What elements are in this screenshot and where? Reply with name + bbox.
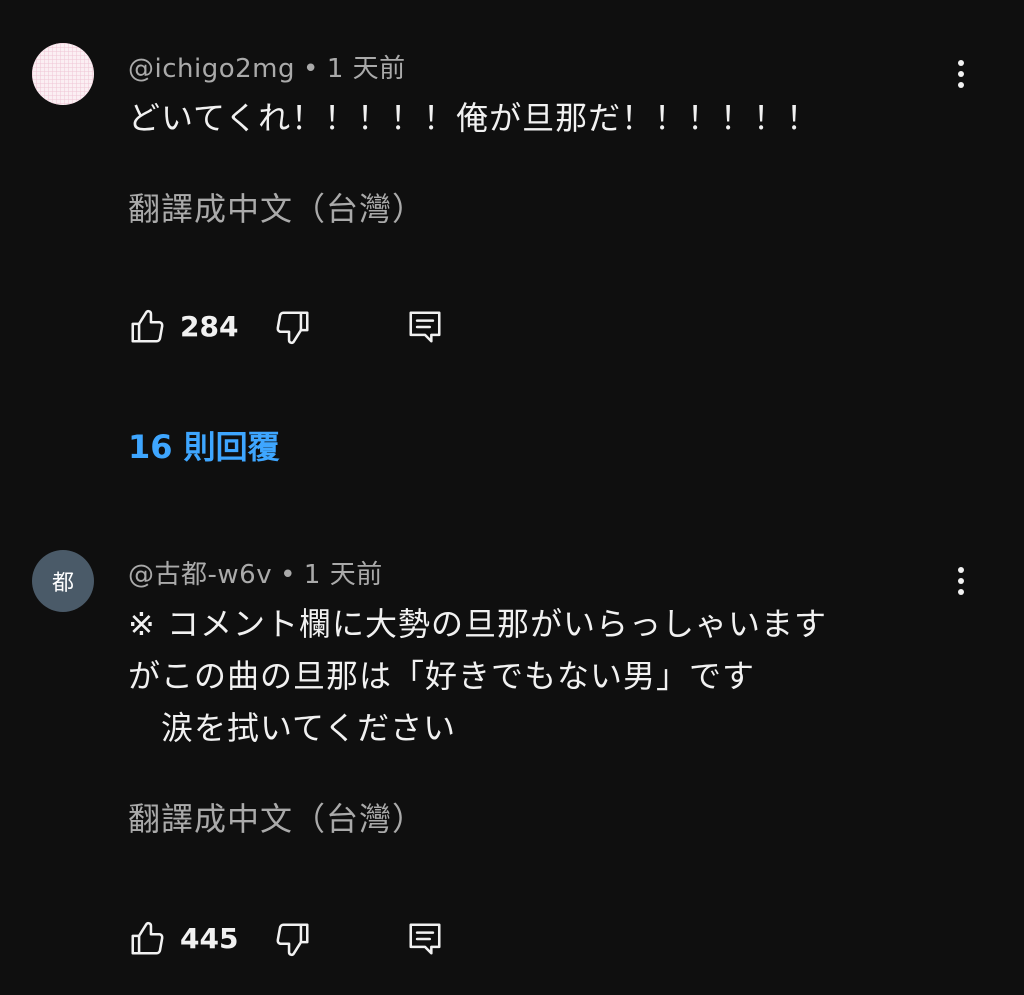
reply-comment-icon[interactable] — [406, 920, 444, 958]
comment-header: @ichigo2mg • 1 天前 — [128, 48, 406, 85]
avatar-letter: 都 — [32, 550, 94, 612]
more-vertical-icon[interactable] — [944, 52, 978, 96]
more-vertical-icon[interactable] — [944, 559, 978, 603]
comment-text: ※ コメント欄に大勢の旦那がいらっしゃいます がこの曲の旦那は「好きでもない男」… — [128, 605, 827, 747]
thumb-down-icon[interactable] — [274, 920, 312, 958]
translate-button[interactable]: 翻譯成中文（台灣） — [128, 794, 425, 840]
author-handle[interactable]: @古都-w6v — [128, 560, 272, 590]
thumb-up-icon[interactable] — [128, 308, 166, 346]
like-count: 284 — [180, 310, 239, 343]
comment-actions: 284 — [128, 306, 468, 350]
author-handle[interactable]: @ichigo2mg — [128, 54, 295, 84]
view-replies-button[interactable]: 16 則回覆 — [128, 422, 280, 468]
separator-dot: • — [280, 560, 296, 590]
avatar[interactable] — [32, 43, 94, 105]
timestamp: 1 天前 — [303, 560, 383, 590]
comment-text: どいてくれ！！！！！俺が旦那だ！！！！！！ — [128, 99, 820, 137]
like-count: 445 — [180, 922, 239, 955]
avatar[interactable]: 都 — [32, 550, 94, 612]
pink-gingham-avatar-icon — [32, 43, 94, 105]
translate-button[interactable]: 翻譯成中文（台灣） — [128, 184, 425, 230]
timestamp: 1 天前 — [326, 54, 406, 84]
comment-actions: 445 — [128, 918, 468, 962]
comment-header: @古都-w6v • 1 天前 — [128, 554, 383, 591]
thumb-down-icon[interactable] — [274, 308, 312, 346]
reply-comment-icon[interactable] — [406, 308, 444, 346]
separator-dot: • — [303, 54, 319, 84]
thumb-up-icon[interactable] — [128, 920, 166, 958]
